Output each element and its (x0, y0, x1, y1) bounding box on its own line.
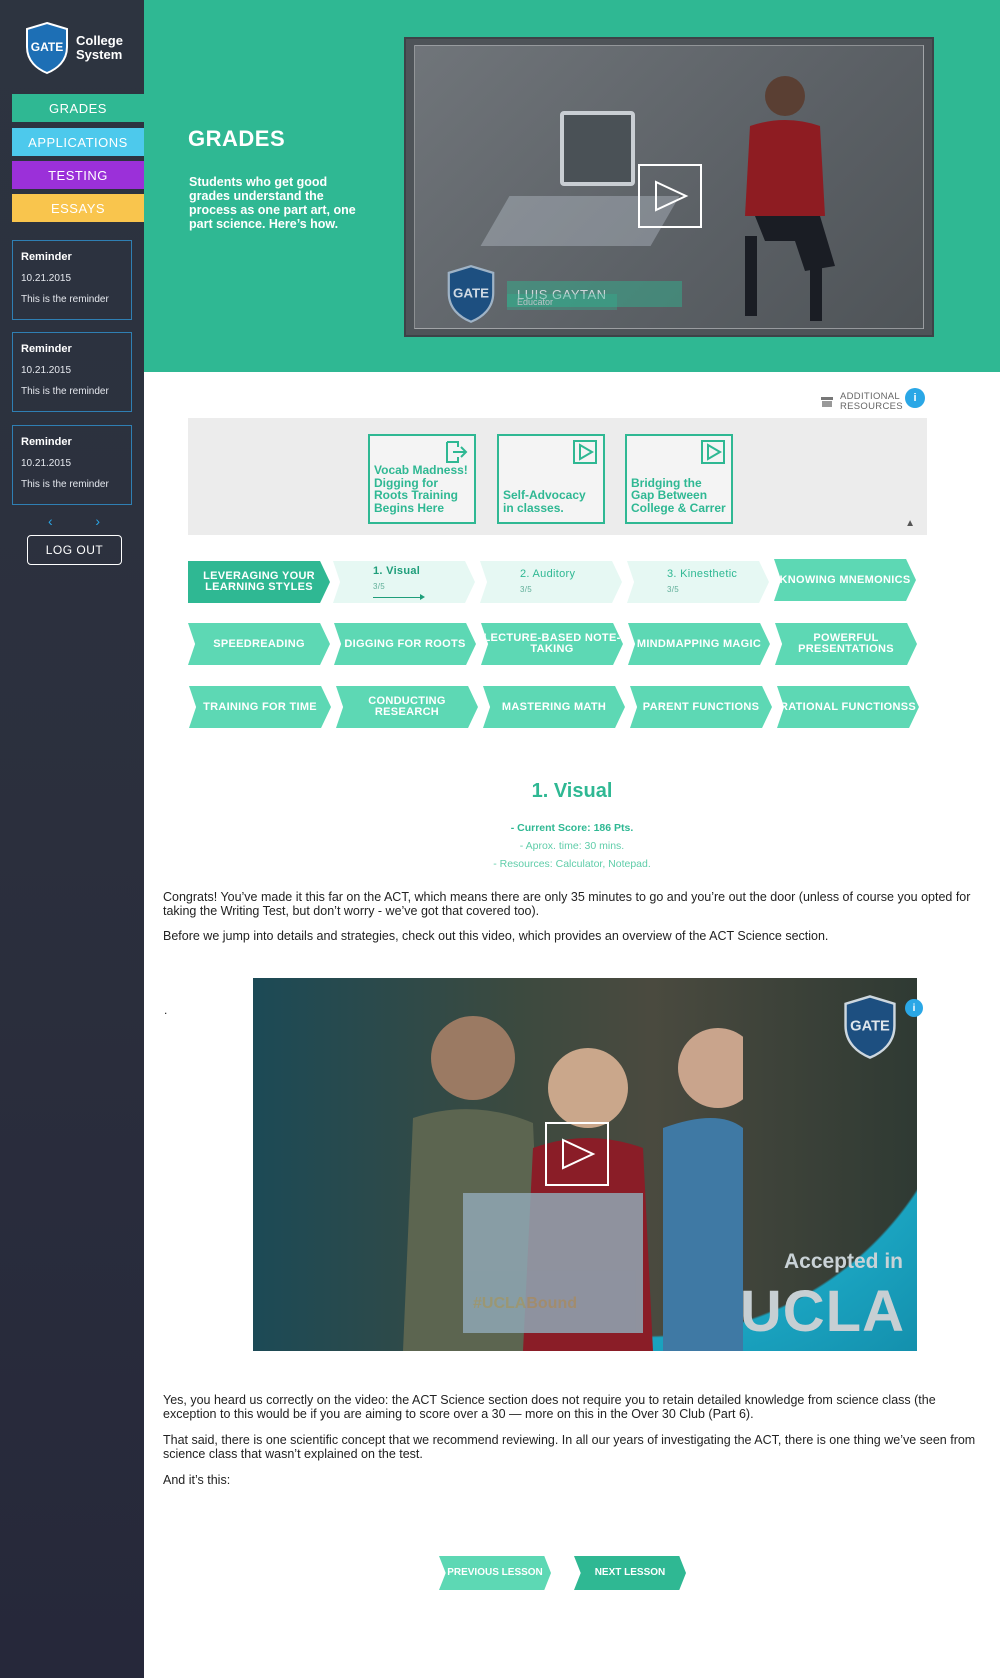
lesson-progress-count: 3/5 (373, 582, 386, 591)
approx-time: - Aprox. time: 30 mins. (519, 840, 625, 852)
play-icon (562, 1138, 596, 1170)
page-title: GRADES (188, 126, 286, 151)
reminder-date: 10.21.2015 (21, 273, 72, 284)
lesson-mindmapping-magic[interactable]: MINDMAPPING MAGIC (628, 623, 770, 665)
previous-lesson-button[interactable]: PREVIOUS LESSON (439, 1556, 551, 1590)
paragraph: Before we jump into details and strategi… (163, 929, 829, 943)
logo-line1: College (76, 33, 123, 48)
lesson-resources: - Resources: Calculator, Notepad. (493, 858, 651, 870)
archive-icon (821, 397, 833, 407)
lesson-auditory[interactable]: 2. Auditory 3/5 (480, 561, 622, 603)
monitor-shape (560, 111, 635, 186)
reminder-date: 10.21.2015 (21, 365, 72, 376)
school-caption: UCLA (739, 1279, 905, 1344)
video-logo-word: GATE (850, 1019, 890, 1035)
intro-video-player[interactable]: GATE LUIS GAYTAN Educator (404, 37, 934, 337)
external-link-icon (446, 441, 468, 463)
shield-logo-icon: GATE (844, 995, 896, 1059)
play-button[interactable] (638, 164, 702, 228)
reminder-card[interactable]: Reminder 10.21.2015 This is the reminder (12, 240, 132, 320)
current-score: - Current Score: 186 Pts. (510, 822, 634, 834)
lesson-label: 1. Visual (373, 565, 421, 577)
info-icon[interactable]: i (905, 388, 925, 408)
info-icon[interactable]: i (905, 999, 923, 1017)
hero-section: GRADES Students who get good grades unde… (144, 0, 1000, 372)
nav-testing[interactable]: TESTING (12, 161, 144, 189)
resource-card[interactable]: Bridging the Gap Between College & Carre… (625, 434, 733, 524)
nav-essays[interactable]: ESSAYS (12, 194, 144, 222)
lesson-progress-count: 3/5 (667, 585, 680, 594)
paragraph: Yes, you heard us correctly on the video… (163, 1393, 936, 1421)
lesson-powerful-presentations[interactable]: POWERFUL PRESENTATIONS (775, 623, 917, 665)
play-button[interactable] (545, 1122, 609, 1186)
video-logo-word: GATE (453, 285, 489, 300)
paragraph: That said, there is one scientific conce… (163, 1433, 976, 1461)
ucla-video-player[interactable]: #UCLABound GATE Accepted in UCLA (253, 978, 917, 1351)
presenter-figure (745, 76, 835, 321)
shield-logo-icon: GATE (447, 265, 495, 323)
resource-card-label: Bridging the Gap Between College & Carre… (631, 475, 726, 515)
resource-card[interactable]: Vocab Madness! Digging for Roots Trainin… (368, 434, 476, 524)
reminder-title: Reminder (21, 436, 72, 448)
lesson-speedreading[interactable]: SPEEDREADING (188, 623, 330, 665)
resource-card-label: Self-Advocacy in classes. (503, 488, 586, 515)
lesson-knowing-mnemonics[interactable]: KNOWING MNEMONICS (774, 559, 916, 601)
lesson-visual[interactable]: 1. Visual 3/5 (333, 561, 475, 603)
reminder-text: This is the reminder (21, 294, 109, 305)
reminder-card[interactable]: Reminder 10.21.2015 This is the reminder (12, 425, 132, 505)
presenter-lower-third: GATE LUIS GAYTAN Educator (445, 264, 682, 324)
reminder-title: Reminder (21, 343, 72, 355)
reminder-date: 10.21.2015 (21, 458, 72, 469)
reminder-text: This is the reminder (21, 479, 109, 490)
play-icon (573, 440, 597, 464)
ucla-bound-sign: #UCLABound (463, 1193, 643, 1333)
logo-line2: System (76, 47, 123, 62)
play-icon (701, 440, 725, 464)
reminder-card[interactable]: Reminder 10.21.2015 This is the reminder (12, 332, 132, 412)
lesson-leveraging-learning-styles[interactable]: LEVERAGING YOUR LEARNING STYLES (188, 561, 330, 603)
lesson-training-for-time[interactable]: TRAINING FOR TIME (189, 686, 331, 728)
reminder-title: Reminder (21, 251, 72, 263)
lesson-digging-for-roots[interactable]: DIGGING FOR ROOTS (334, 623, 476, 665)
lesson-progress-count: 3/5 (520, 585, 533, 594)
lesson-lecture-based-note-taking[interactable]: LECTURE-BASED NOTE-TAKING (481, 623, 623, 665)
stray-dot: . (164, 1003, 168, 1017)
reminder-pager: ‹ › (48, 513, 100, 529)
resource-card[interactable]: Self-Advocacy in classes. (497, 434, 605, 524)
hero-description: Students who get good grades understand … (189, 175, 356, 231)
lesson-label: 2. Auditory (520, 568, 576, 580)
presenter-role: Educator (507, 294, 617, 310)
nav-grades[interactable]: GRADES (12, 94, 144, 122)
sidebar: GATE College System GRADES APPLICATIONS … (0, 0, 144, 1678)
lesson-kinesthetic[interactable]: 3. Kinesthetic 3/5 (627, 561, 769, 603)
lesson-parent-functions[interactable]: PARENT FUNCTIONS (630, 686, 772, 728)
lesson-conducting-research[interactable]: CONDUCTING RESEARCH (336, 686, 478, 728)
additional-resources-toggle[interactable]: ADDITIONAL RESOURCES (820, 392, 903, 412)
paragraph: Congrats! You’ve made it this far on the… (163, 890, 971, 918)
lesson-rational-functions[interactable]: RATIONAL FUNCTIONSS (777, 686, 919, 728)
chevron-left-icon[interactable]: ‹ (48, 513, 53, 529)
logo-word: GATE (31, 40, 63, 54)
resource-card-label: Vocab Madness! Digging for Roots Trainin… (374, 463, 468, 515)
sign-text: #UCLABound (473, 1295, 577, 1312)
lesson-mastering-math[interactable]: MASTERING MATH (483, 686, 625, 728)
progress-arrow-icon (373, 594, 425, 600)
chevron-right-icon[interactable]: › (95, 513, 100, 529)
lesson-label: 3. Kinesthetic (667, 568, 738, 580)
nav-applications[interactable]: APPLICATIONS (12, 128, 144, 156)
next-lesson-button[interactable]: NEXT LESSON (574, 1556, 686, 1590)
shield-logo-icon: GATE (26, 21, 68, 75)
lesson-title: 1. Visual (531, 780, 613, 802)
gate-logo[interactable]: GATE College System (24, 20, 134, 76)
reminder-text: This is the reminder (21, 386, 109, 397)
resources-panel: Vocab Madness! Digging for Roots Trainin… (188, 418, 927, 535)
paragraph: And it’s this: (163, 1473, 231, 1487)
additional-resources-label: RESOURCES (840, 401, 903, 412)
logout-button[interactable]: LOG OUT (27, 535, 122, 565)
accepted-caption: Accepted in (783, 1250, 903, 1273)
collapse-caret-icon[interactable]: ▲ (905, 518, 915, 529)
play-icon (655, 180, 689, 212)
